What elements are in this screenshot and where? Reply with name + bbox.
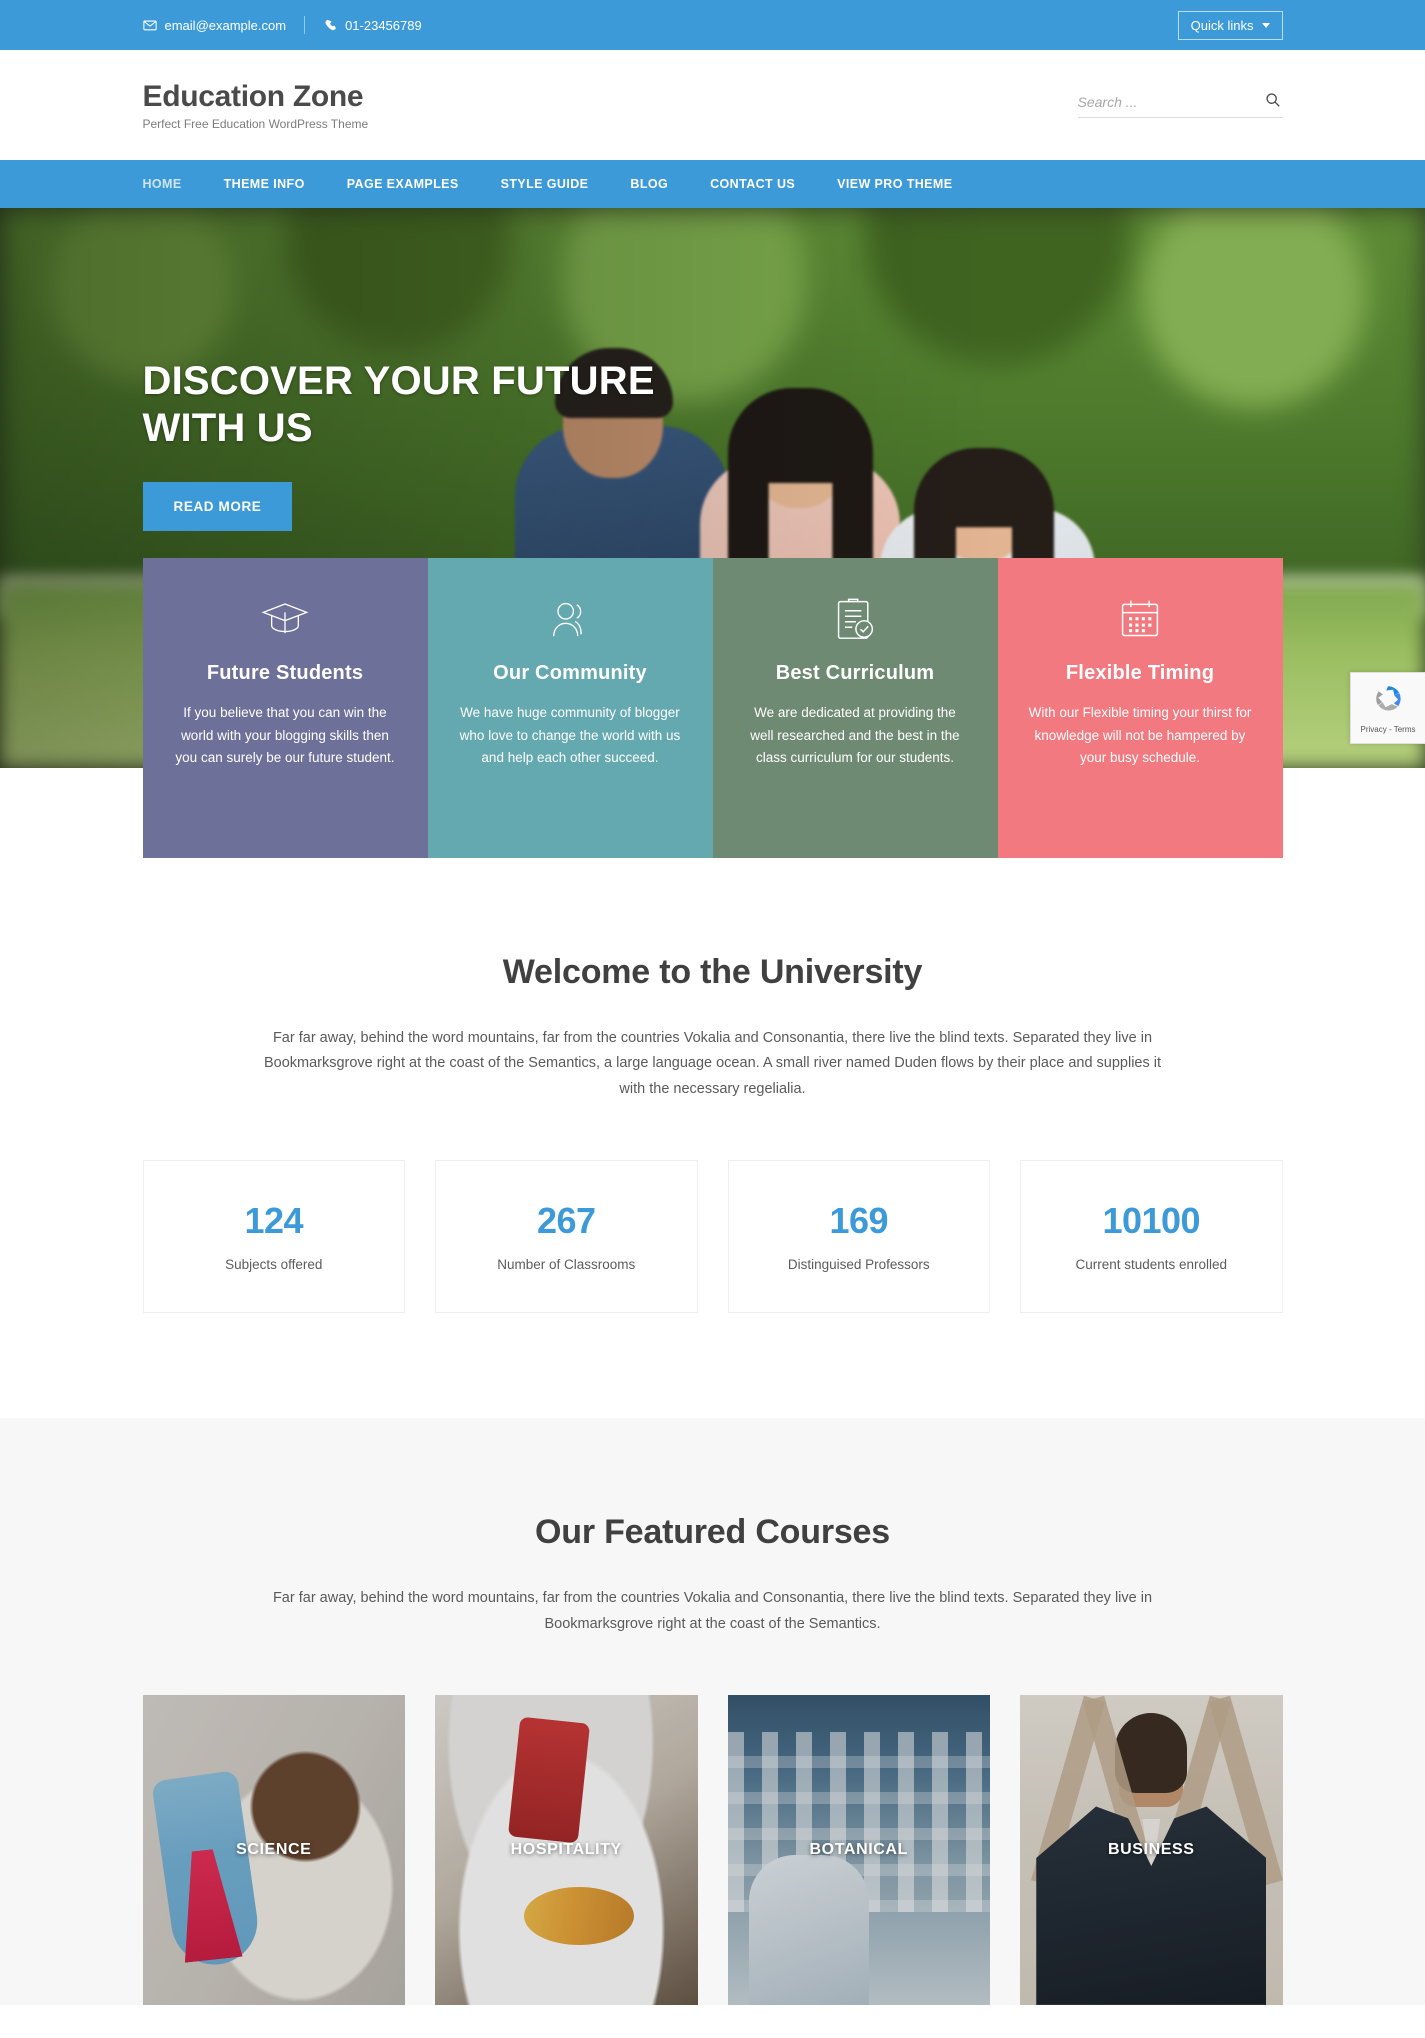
course-card-science[interactable]: SCIENCE [142,1694,405,2005]
feature-box-flexible-timing[interactable]: Flexible Timing With our Flexible timing… [997,558,1283,858]
welcome-section: Welcome to the University Far far away, … [0,858,1425,1419]
course-card-hospitality[interactable]: HOSPITALITY [435,1694,698,2005]
clipboard-check-icon [743,590,968,648]
course-card-business[interactable]: BUSINESS [1020,1694,1283,2005]
phone-text: 01-23456789 [345,17,422,33]
counter-current-students-enrolled: 10100 Current students enrolled [1020,1160,1283,1314]
feature-box-future-students[interactable]: Future Students If you believe that you … [142,558,428,858]
hero-read-more-button[interactable]: READ MORE [142,482,293,532]
top-bar: email@example.com 01-23456789 Quick link… [0,0,1425,50]
course-grid: SCIENCE HOSPITALITY BOTANICAL BUSINESS [142,1694,1283,2005]
feature-text: With our Flexible timing your thirst for… [1028,705,1252,766]
nav-list: HOME THEME INFO PAGE EXAMPLES STYLE GUID… [143,160,1283,208]
site-title: Education Zone [142,79,364,113]
search-button[interactable] [1263,92,1283,111]
feature-text: We are dedicated at providing the well r… [750,705,960,766]
nav-item-theme-info[interactable]: THEME INFO [203,160,326,208]
nav-item-view-pro-theme[interactable]: VIEW PRO THEME [816,160,973,208]
email-text: email@example.com [164,17,287,33]
nav-item-blog[interactable]: BLOG [609,160,689,208]
featured-courses-section: Our Featured Courses Far far away, behin… [0,1418,1425,2005]
nav-link-contact-us[interactable]: CONTACT US [689,160,816,208]
feature-title: Best Curriculum [775,662,935,684]
course-card-botanical[interactable]: BOTANICAL [727,1694,990,2005]
chevron-down-icon [1261,22,1270,28]
nav-item-home[interactable]: HOME [143,160,203,208]
top-bar-contact-group: email@example.com 01-23456789 [142,16,422,34]
feature-boxes: Future Students If you believe that you … [142,558,1283,858]
counter-number: 10100 [1102,1200,1201,1242]
feature-text: If you believe that you can win the worl… [175,705,395,766]
feature-box-best-curriculum[interactable]: Best Curriculum We are dedicated at prov… [712,558,998,858]
course-name: SCIENCE [236,1840,312,1858]
site-branding[interactable]: Education Zone Perfect Free Education Wo… [143,80,369,131]
search-input[interactable] [1077,93,1263,110]
feature-box-our-community[interactable]: Our Community We have huge community of … [427,558,713,858]
feature-text: We have huge community of blogger who lo… [459,705,681,766]
top-bar-divider [304,16,306,34]
feature-title: Our Community [493,662,647,684]
site-header: Education Zone Perfect Free Education Wo… [0,50,1425,160]
nav-item-contact-us[interactable]: CONTACT US [689,160,816,208]
calendar-icon [1028,590,1253,648]
graduation-cap-icon [173,590,398,648]
nav-link-blog[interactable]: BLOG [609,160,689,208]
welcome-description: Far far away, behind the word mountains,… [263,1030,1162,1097]
main-navigation: HOME THEME INFO PAGE EXAMPLES STYLE GUID… [0,160,1425,208]
phone-link[interactable]: 01-23456789 [323,18,422,33]
counter-number-of-classrooms: 267 Number of Classrooms [435,1160,698,1314]
feature-title: Flexible Timing [1065,662,1215,684]
courses-description: Far far away, behind the word mountains,… [272,1590,1153,1632]
course-name: BUSINESS [1107,1840,1195,1858]
nav-link-page-examples[interactable]: PAGE EXAMPLES [326,160,480,208]
nav-item-style-guide[interactable]: STYLE GUIDE [480,160,610,208]
counter-subjects-offered: 124 Subjects offered [142,1160,405,1314]
search-icon [1265,92,1281,111]
counter-label: Distinguised Professors [787,1257,930,1273]
nav-link-home[interactable]: HOME [143,160,203,208]
nav-link-style-guide[interactable]: STYLE GUIDE [480,160,610,208]
email-link[interactable]: email@example.com [142,17,287,33]
counter-number: 124 [244,1200,304,1242]
recaptcha-badge[interactable]: Privacy - Terms [1350,672,1425,744]
counter-row: 124 Subjects offered 267 Number of Class… [142,1160,1283,1314]
nav-item-page-examples[interactable]: PAGE EXAMPLES [326,160,480,208]
quick-links-button[interactable]: Quick links [1177,10,1283,40]
site-tagline: Perfect Free Education WordPress Theme [142,116,369,131]
counter-number: 267 [536,1200,596,1242]
nav-link-theme-info[interactable]: THEME INFO [203,160,326,208]
courses-title: Our Featured Courses [535,1513,890,1552]
counter-label: Subjects offered [225,1257,323,1273]
feature-title: Future Students [206,662,364,684]
users-icon [458,590,683,648]
counter-distinguised-professors: 169 Distinguised Professors [727,1160,990,1314]
phone-icon [323,18,337,32]
nav-link-view-pro-theme[interactable]: VIEW PRO THEME [816,160,973,208]
page-root: email@example.com 01-23456789 Quick link… [0,0,1425,2005]
quick-links-label: Quick links [1190,17,1254,33]
counter-number: 169 [829,1200,889,1242]
course-name: BOTANICAL [809,1840,908,1858]
course-name: HOSPITALITY [510,1840,622,1858]
envelope-icon [142,18,157,32]
search-box [1077,92,1283,118]
recaptcha-icon [1371,682,1405,721]
recaptcha-label: Privacy - Terms [1360,725,1416,734]
hero-title: DISCOVER YOUR FUTURE WITH US [142,359,655,451]
counter-label: Current students enrolled [1075,1257,1228,1273]
welcome-title: Welcome to the University [502,953,923,991]
counter-label: Number of Classrooms [497,1257,636,1273]
